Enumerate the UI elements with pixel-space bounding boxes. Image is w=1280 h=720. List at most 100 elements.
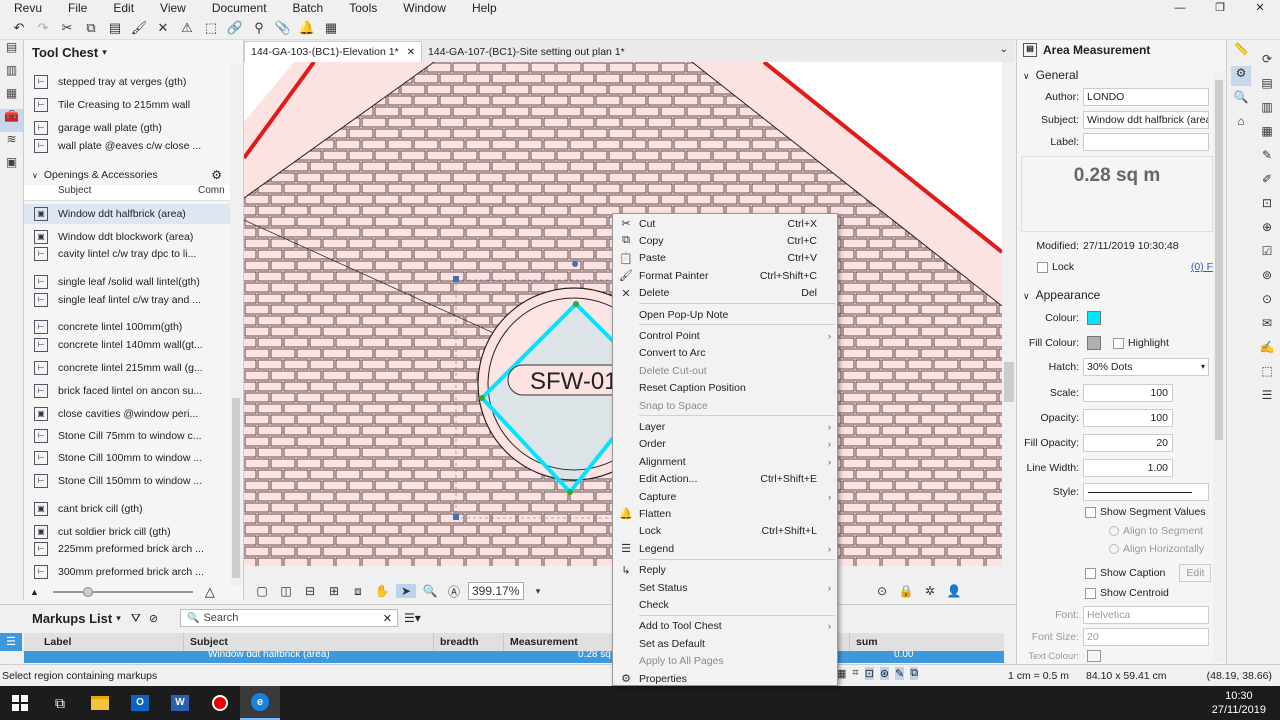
menu-item-delete[interactable]: ✕ Delete Del [613,285,837,302]
menu-item-apply-to-all-pages[interactable]: Apply to All Pages [613,653,837,670]
tab-elevation[interactable]: 144-GA-103-(BC1)-Elevation 1* ✕ [244,41,423,62]
slider-handle[interactable] [82,586,93,597]
lock-icon[interactable]: 🔒 [896,584,916,598]
show-segment-values-checkbox[interactable] [1085,506,1096,518]
text-colour-swatch[interactable] [1087,650,1101,662]
list-item[interactable]: ⊢ Tile Creasing to 215mm wall [24,95,230,115]
undo-icon[interactable]: ↶ [10,20,28,36]
font-size-select[interactable]: 20 [1083,628,1209,646]
author-field[interactable]: LONDO [1083,88,1209,106]
menu-item-capture[interactable]: Capture › [613,488,837,505]
tool-pages-icon[interactable]: ▤ [1257,76,1277,96]
menu-item-reply[interactable]: ↳ Reply [613,562,837,579]
subject-field[interactable]: Window ddt halfbrick (area) [1083,111,1209,129]
menu-item-paste[interactable]: 📋 Paste Ctrl+V [613,250,837,267]
taskbar-clock[interactable]: 10:30 27/11/2019 [1212,689,1266,717]
sync-icon[interactable]: ⧉ [910,667,919,680]
attach-icon[interactable]: 📎 [274,20,292,36]
menu-item-control-point[interactable]: Control Point › [613,327,837,344]
column-measurement[interactable]: Measurement [504,633,614,651]
menu-item-legend[interactable]: ☰ Legend › [613,540,837,557]
menu-window[interactable]: Window [389,1,458,15]
scrollbar-thumb[interactable] [232,398,240,578]
menu-edit[interactable]: Edit [99,1,146,15]
tool-markup-icon[interactable]: ✎ [1257,148,1277,168]
text-select-icon[interactable]: Ⓐ [444,583,464,600]
scale-readout[interactable]: 1 cm = 0.5 m [1008,670,1069,682]
menu-revu[interactable]: Revu [0,1,54,15]
split-horizontal-icon[interactable]: ⊟ [300,584,320,598]
tool-item[interactable]: ▣ cant brick cill (gth) [24,499,230,519]
user-icon[interactable]: 👤 [944,584,964,598]
menu-item-set-status[interactable]: Set Status › [613,579,837,596]
pan-icon[interactable]: ✋ [372,584,392,598]
link-icon[interactable]: 🔗 [226,20,244,36]
properties-icon[interactable]: ⚙ [1231,66,1251,86]
clear-search-icon[interactable]: ✕ [383,612,392,625]
tool-item[interactable]: ⊢ concrete lintel 215mm wall (g... [24,358,230,378]
select-icon[interactable]: ⬚ [202,20,220,36]
menu-document[interactable]: Document [198,1,279,15]
tool-item[interactable]: ▣ close cavities @window peri... [24,404,230,424]
toolchest-icon[interactable]: 🧰 [0,109,23,132]
tool-link-icon[interactable]: ⊕ [1257,220,1277,240]
cut-icon[interactable]: ✂ [58,20,76,36]
menu-item-add-to-tool-chest[interactable]: Add to Tool Chest › [613,618,837,635]
menu-item-reset-caption-position[interactable]: Reset Caption Position [613,380,837,397]
menu-item-open-pop-up-note[interactable]: Open Pop-Up Note [613,306,837,323]
tool-check-icon[interactable]: ☑ [1257,244,1277,264]
column-subject[interactable]: Subject [184,633,434,651]
menu-view[interactable]: View [146,1,198,15]
measure-icon[interactable]: 📏 [1231,42,1251,62]
section-general[interactable]: ∨ General [1023,68,1078,82]
tool-item[interactable]: ⊢ concrete lintel 100mm(gth) [24,317,230,337]
reuse-icon[interactable]: ✎ [895,667,905,680]
menu-item-layer[interactable]: Layer › [613,418,837,435]
bluebeam-revu-icon[interactable]: e [240,686,280,720]
sync-icon[interactable]: ⧈ [348,584,368,599]
show-centroid-checkbox[interactable] [1085,587,1096,599]
tool-item[interactable]: ⊢ Stone Cill 150mm to window ... [24,471,230,491]
bell-icon[interactable]: 🔔 [298,20,316,36]
outlook-icon[interactable]: O [120,686,160,720]
show-caption-checkbox[interactable] [1085,567,1096,579]
tool-item[interactable]: ⊢ Stone Cill 100mm to window ... [24,448,230,468]
menu-item-set-as-default[interactable]: Set as Default [613,635,837,652]
chevron-down-icon[interactable]: ▾ [528,586,548,597]
tool-capture-icon[interactable]: ⊡ [1257,196,1277,216]
menu-help[interactable]: Help [458,1,509,15]
nav-back-icon[interactable]: ⊙ [872,584,892,598]
flatten-icon[interactable]: ⚠ [178,20,196,36]
scrollbar-thumb[interactable] [1004,362,1014,402]
scrollbar-thumb[interactable] [1215,80,1223,440]
menu-item-check[interactable]: Check [613,596,837,613]
hide-icon[interactable]: ⊘ [149,612,158,625]
windows-start-icon[interactable] [0,686,40,720]
file-access-icon[interactable]: ▣ [0,155,23,178]
markups-list-icon[interactable]: ☰ [0,633,22,651]
scale-stepper[interactable]: 100 [1083,384,1173,402]
thumbnails-icon[interactable]: ▤ [0,40,23,63]
stamp-icon[interactable]: ⚲ [250,20,268,36]
menu-item-convert-to-arc[interactable]: Convert to Arc [613,345,837,362]
tool-item[interactable]: ▣ Window ddt halfbrick (area) [24,204,230,224]
list-options-icon[interactable]: ☰▾ [404,611,421,625]
bookmarks-icon[interactable]: ▥ [0,63,23,86]
paste-icon[interactable]: ▤ [106,20,124,36]
column-subject[interactable]: Subject [24,185,198,200]
tool-note-icon[interactable]: ✉ [1257,316,1277,336]
label-field[interactable] [1083,133,1209,151]
chevron-down-icon[interactable]: ▾ [116,613,121,624]
hatch-select[interactable]: 30% Dots ▾ [1083,358,1209,376]
search-input[interactable]: Search [203,612,382,624]
column-breadth[interactable]: breadth [434,633,504,651]
snap-content-icon[interactable]: ⊡ [864,667,874,680]
file-explorer-icon[interactable] [80,686,120,720]
close-icon[interactable]: ✕ [1240,0,1280,16]
tool-item[interactable]: ⊢ 300mm preformed brick arch ... [24,562,230,582]
tool-draw-icon[interactable]: ✍ [1257,340,1277,360]
tool-item[interactable]: ⊢ single leaf /solid wall lintel(gth) [24,272,230,292]
menu-item-format-painter[interactable]: 🖌 Format Painter Ctrl+Shift+C [613,267,837,284]
column-sum[interactable]: sum [850,633,970,651]
close-icon[interactable]: ✕ [407,47,415,58]
